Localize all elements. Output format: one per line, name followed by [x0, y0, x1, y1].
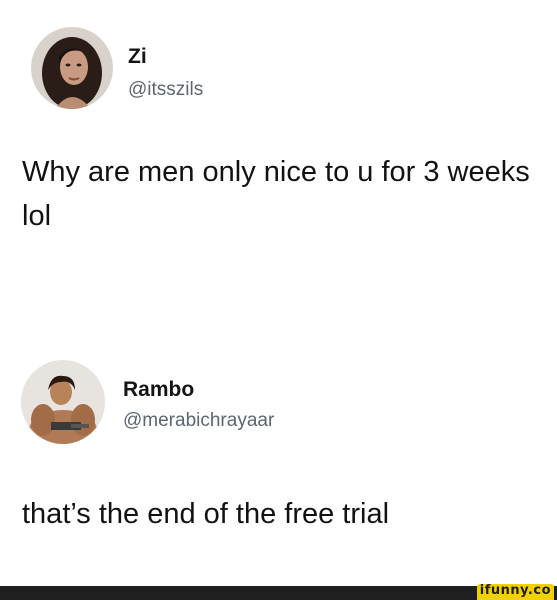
tweet-text: that’s the end of the free trial: [22, 498, 390, 530]
display-name[interactable]: Rambo: [123, 378, 194, 402]
user-handle[interactable]: @itsszils: [128, 79, 203, 101]
ifunny-watermark: ifunny.co: [476, 584, 554, 600]
tweet-text: Why are men only nice to u for 3 weeks l…: [22, 156, 530, 232]
tweet-card: Zi @itsszils Why are men only nice to u …: [0, 0, 557, 300]
tweet-card: Rambo @merabichrayaar that’s the end of …: [0, 340, 557, 550]
avatar[interactable]: [21, 360, 105, 444]
user-handle[interactable]: @merabichrayaar: [123, 410, 274, 432]
display-name[interactable]: Zi: [128, 45, 147, 69]
watermark-bar: [0, 586, 557, 600]
avatar[interactable]: [31, 27, 113, 109]
muscular-man-portrait-icon: [21, 360, 105, 444]
woman-portrait-icon: [31, 27, 113, 109]
